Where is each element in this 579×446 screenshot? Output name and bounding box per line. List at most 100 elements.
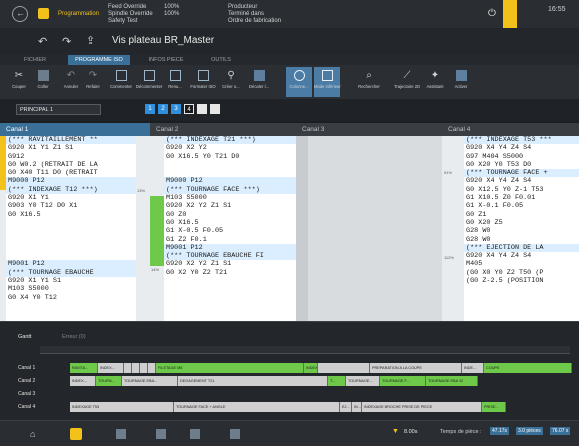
code-line[interactable]: G0 X2 Y0 Z2 T21	[164, 269, 296, 277]
trajectory-2d-button[interactable]: ⟋ Trajectoire 2D	[394, 67, 420, 97]
program-select[interactable]: PRINCIPAL 1	[16, 104, 101, 115]
channel-6-button[interactable]	[210, 104, 220, 114]
code-line[interactable]: (*** TOURNAGE FACE ***)	[164, 185, 296, 195]
code-line[interactable]: G920 X1 Y1	[6, 194, 136, 202]
gantt-segment[interactable]: INDEX...	[304, 363, 318, 373]
code-line[interactable]	[6, 227, 136, 235]
canal-4-header[interactable]: Canal 4	[442, 123, 579, 136]
code-line[interactable]: G97 M404 S5000	[464, 153, 579, 161]
code-line[interactable]: G912	[6, 153, 136, 161]
code-line[interactable]: G28 W0	[464, 236, 579, 244]
code-line[interactable]	[6, 236, 136, 244]
channel-4-button[interactable]: 4	[184, 104, 194, 114]
comment-button[interactable]: Commenter	[108, 67, 134, 97]
search-button[interactable]: ⌕ Rechercher	[356, 67, 382, 97]
code-line[interactable]: (G0 Z-2.5 (POSITION	[464, 277, 579, 285]
redo-button[interactable]: ↷ Refaire	[80, 67, 106, 97]
code-line[interactable]: (*** EJECTION DE LA	[464, 243, 579, 253]
lower-mode-button[interactable]: Mode inférieur	[314, 67, 341, 97]
tab-infos-piece[interactable]: INFOS PIECE	[144, 55, 188, 65]
gantt-segment[interactable]: TOURNAGE FACE + ANGLE	[174, 402, 340, 412]
tab-outils[interactable]: OUTILS	[206, 55, 236, 65]
code-line[interactable]: (*** TOURNAGE FACE +	[464, 169, 579, 178]
code-line[interactable]: (*** TOURNAGE EBAUCHE FI	[164, 252, 296, 261]
gantt-segment[interactable]	[140, 363, 148, 373]
code-line[interactable]: M9001 P12	[6, 260, 136, 269]
columns-button[interactable]: Colonne...	[286, 67, 312, 97]
code-line[interactable]: (G0 X0 Y0 Z2 T50 (P	[464, 269, 579, 277]
code-line[interactable]: M9000 P12	[6, 177, 136, 186]
code-line[interactable]: G920 X4 Y4 Z4 S4	[464, 252, 579, 260]
code-line[interactable]: (*** INDEXAGE T12 ***)	[6, 185, 136, 195]
code-line[interactable]: G0 W0.2 (RETRAIT DE LA	[6, 161, 136, 169]
code-line[interactable]: G0 X16.5	[164, 219, 296, 227]
code-line[interactable]: G920 X4 Y4 Z4 S4	[464, 177, 579, 185]
code-line[interactable]: (*** TOURNAGE EBAUCHE	[6, 268, 136, 278]
code-line[interactable]: G920 X2 Y2	[164, 144, 296, 152]
code-line[interactable]: G0 X16.5 Y0 T21 D0	[164, 153, 296, 161]
canal-4-editor[interactable]: (*** INDEXAGE T53 *** G920 X4 Y4 Z4 S4 G97…	[464, 136, 579, 321]
gantt-segment[interactable]: INDEXAGE BROCHE PRISE DE PIECE	[362, 402, 482, 412]
code-line[interactable]: M405	[464, 260, 579, 268]
code-line[interactable]: M9001 P12	[164, 243, 296, 253]
gantt-segment[interactable]: T...	[328, 376, 346, 386]
gantt-segment[interactable]: PREPARATION A LA COUPE	[370, 363, 462, 373]
code-line[interactable]: (*** INDEXAGE T21 ***)	[164, 136, 296, 145]
code-line[interactable]: G920 X1 Y1 Z1 S1	[6, 144, 136, 152]
channel-1-button[interactable]: 1	[145, 104, 155, 114]
code-line[interactable]: G920 X2 Y2 Z1 S1	[164, 202, 296, 210]
canal-2-header[interactable]: Canal 2	[150, 123, 296, 136]
gantt-segment[interactable]: RAVITA...	[70, 363, 98, 373]
gantt-segment[interactable]: INDEX...	[70, 376, 96, 386]
canal-1-header[interactable]: Canal 1	[0, 123, 150, 136]
camera-icon[interactable]	[190, 429, 200, 439]
code-line[interactable]: G0 X16.5	[6, 211, 136, 219]
shift-button[interactable]: Décaler l...	[246, 67, 272, 97]
app-icon[interactable]	[38, 8, 49, 19]
code-line[interactable]: (*** INDEXAGE T53 ***	[464, 136, 579, 145]
gantt-segment[interactable]	[148, 363, 156, 373]
code-line[interactable]: G920 X1 Y1 S1	[6, 277, 136, 285]
gantt-segment[interactable]: EJ...	[340, 402, 352, 412]
channel-3-button[interactable]: 3	[171, 104, 181, 114]
code-line[interactable]: G0 X40 T11 D0 (RETRAIT	[6, 169, 136, 177]
code-line[interactable]	[164, 169, 296, 177]
renumber-button[interactable]: Renu...	[162, 67, 188, 97]
code-line[interactable]	[164, 161, 296, 169]
gantt-segment[interactable]: TOURNAGE F...	[380, 376, 426, 386]
canal-3-header[interactable]: Canal 3	[296, 123, 442, 136]
code-line[interactable]: M103 S5000	[164, 194, 296, 202]
back-button[interactable]: ←	[12, 6, 28, 22]
channel-5-button[interactable]	[197, 104, 207, 114]
code-line[interactable]: M9000 P12	[164, 177, 296, 186]
code-line[interactable]: G1 X-0.1 F0.05	[464, 202, 579, 210]
cut-button[interactable]: ✂ Couper	[6, 67, 32, 97]
code-line[interactable]: G0 X12.5 Y0 Z-1 T53	[464, 186, 579, 194]
gantt-segment[interactable]	[124, 363, 132, 373]
tab-fichier[interactable]: FICHIER	[18, 55, 52, 65]
gantt-segment[interactable]: INDEXAGE T53	[70, 402, 174, 412]
canal-1-editor[interactable]: (*** RAVITAILLEMENT ** G920 X1 Y1 Z1 S1 G9…	[6, 136, 136, 321]
code-line[interactable]: M103 S5000	[6, 285, 136, 293]
assistant-button[interactable]: ✦ Assistant	[422, 67, 448, 97]
paste-button[interactable]: Coller	[30, 67, 56, 97]
format-iso-button[interactable]: Formater ISO	[190, 67, 216, 97]
gantt-segment[interactable]	[318, 363, 370, 373]
gantt-segment[interactable]: TOURNAGE EBA 12	[426, 376, 478, 386]
code-line[interactable]	[6, 252, 136, 260]
redo-icon[interactable]: ↷	[62, 35, 71, 48]
code-line[interactable]	[6, 219, 136, 227]
gantt-segment[interactable]: TOURNAGE...	[346, 376, 380, 386]
gantt-segment[interactable]: PRISE...	[482, 402, 506, 412]
gantt-segment[interactable]: IN...	[352, 402, 362, 412]
code-line[interactable]: G28 W0	[464, 227, 579, 235]
canal-2-editor[interactable]: (*** INDEXAGE T21 ***) G920 X2 Y2 G0 X16.5…	[164, 136, 296, 321]
program-icon[interactable]	[70, 428, 82, 440]
power-icon[interactable]: ⏻	[486, 8, 498, 20]
create-button[interactable]: ⚲ Créer o...	[218, 67, 244, 97]
channel-2-button[interactable]: 2	[158, 104, 168, 114]
tab-programme-iso[interactable]: PROGRAMME ISO	[68, 55, 130, 65]
tool-icon[interactable]	[116, 429, 126, 439]
home-icon[interactable]: ⌂	[30, 429, 40, 439]
gantt-segment[interactable]: TOURNAGE EBA...	[122, 376, 178, 386]
